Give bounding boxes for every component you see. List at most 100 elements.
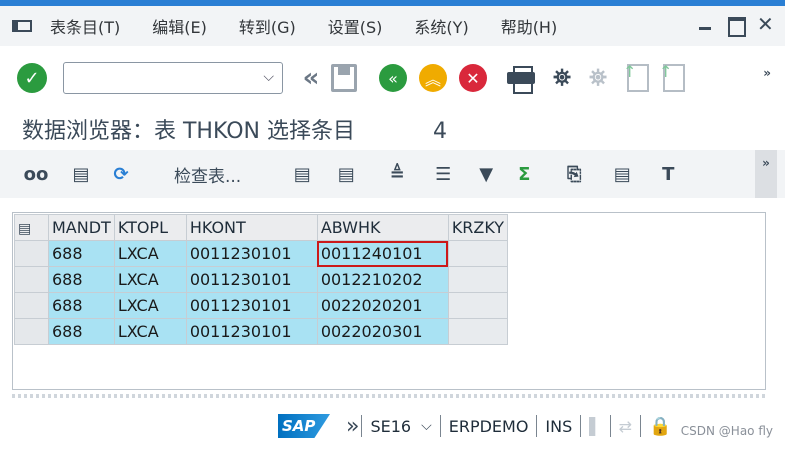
sort-ascending-icon[interactable]: ≜ [383, 159, 411, 189]
row-selector[interactable] [14, 292, 49, 319]
refresh-icon[interactable]: ⟳ [108, 159, 134, 189]
lock-icon[interactable]: 🔒 [649, 416, 671, 437]
cell-krzky[interactable] [447, 292, 509, 319]
column-header-mandt[interactable]: MANDT [48, 214, 115, 241]
glasses-display-icon[interactable]: oo [22, 159, 50, 189]
enter-check-icon[interactable]: ✓ [17, 63, 47, 93]
cell-ktopl[interactable]: LXCA [113, 318, 187, 345]
layout-select-icon: ▤ [18, 221, 32, 237]
abc-analysis-icon[interactable]: T [655, 159, 681, 189]
cell-abwhk[interactable]: 0012210202 [316, 266, 449, 293]
previous-page-icon[interactable] [659, 62, 685, 92]
app-toolbar-more-icon[interactable]: » [755, 150, 777, 198]
back-icon[interactable]: « [379, 64, 407, 92]
first-page-icon[interactable] [623, 62, 649, 92]
double-left-arrow-icon[interactable]: « [293, 63, 323, 93]
status-separator [580, 415, 582, 437]
chevron-down-icon[interactable]: ⌵ [421, 418, 432, 434]
command-field[interactable]: ⌵ [63, 62, 283, 94]
cell-abwhk[interactable]: 0011240101 [316, 240, 449, 267]
sort-descending-icon[interactable]: ☰ [429, 159, 457, 189]
results-grid: ▤ MANDT KTOPL HKONT ABWHK KRZKY 688 LXCA… [14, 214, 509, 345]
insert-mode[interactable]: INS [545, 417, 572, 436]
command-input[interactable] [70, 63, 260, 93]
cell-abwhk[interactable]: 0022020201 [316, 292, 449, 319]
check-table-button[interactable]: 检查表... [174, 162, 241, 187]
select-layout-icon[interactable]: ▤ [333, 159, 359, 189]
resize-divider[interactable] [12, 394, 766, 398]
status-separator [361, 415, 363, 437]
sync-icon: ⇄ [618, 416, 632, 436]
status-separator [536, 415, 538, 437]
maximize-icon[interactable] [727, 16, 746, 37]
select-all-corner[interactable]: ▤ [14, 214, 49, 241]
cell-mandt[interactable]: 688 [48, 240, 115, 267]
table-row[interactable]: 688 LXCA 0011230101 0012210202 [14, 266, 509, 293]
cell-mandt[interactable]: 688 [48, 292, 115, 319]
results-grid-container: ▤ MANDT KTOPL HKONT ABWHK KRZKY 688 LXCA… [12, 212, 766, 390]
table-row[interactable]: 688 LXCA 0011230101 0022020201 [14, 292, 509, 319]
details-icon[interactable]: ▤ [289, 159, 315, 189]
cell-ktopl[interactable]: LXCA [113, 240, 187, 267]
cell-krzky[interactable] [447, 240, 509, 267]
cell-krzky[interactable] [447, 266, 509, 293]
menu-goto[interactable]: 转到(G) [239, 14, 296, 38]
menu-help[interactable]: 帮助(H) [501, 14, 558, 38]
application-toolbar: oo ▤ ⟳ 检查表... ▤ ▤ ≜ ☰ ▼ Σ ⎘ ▤ T » [0, 150, 785, 198]
status-separator [639, 415, 641, 437]
print-icon[interactable] [507, 66, 535, 94]
cell-hkont[interactable]: 0011230101 [185, 266, 318, 293]
status-separator [439, 415, 441, 437]
sum-icon[interactable]: Σ [513, 159, 535, 189]
exit-up-icon[interactable]: ︽ [419, 64, 447, 92]
row-selector[interactable] [14, 240, 49, 267]
minimize-icon[interactable] [697, 16, 713, 32]
filter-icon[interactable]: ▼ [473, 159, 499, 189]
row-selector[interactable] [14, 266, 49, 293]
menu-settings[interactable]: 设置(S) [328, 14, 383, 38]
window-controls: ✕ [697, 14, 774, 37]
cell-hkont[interactable]: 0011230101 [185, 240, 318, 267]
find-binoculars-icon[interactable]: ⛯ [547, 63, 577, 93]
export-icon[interactable]: ▤ [609, 159, 635, 189]
menu-table-entry[interactable]: 表条目(T) [50, 14, 120, 38]
column-header-abwhk[interactable]: ABWHK [316, 214, 449, 241]
cancel-icon[interactable]: ✕ [459, 64, 487, 92]
status-bar: SAP » SE16 ⌵ ERPDEMO INS ▌ ⇄ 🔒 [0, 402, 785, 450]
row-selector[interactable] [14, 318, 49, 345]
cell-ktopl[interactable]: LXCA [113, 266, 187, 293]
cell-abwhk[interactable]: 0022020301 [316, 318, 449, 345]
standard-toolbar: ✓ ⌵ « « ︽ ✕ ⛯ ⛯ [0, 52, 785, 104]
chevron-down-icon[interactable]: ⌵ [263, 69, 274, 85]
column-header-ktopl[interactable]: KTOPL [113, 214, 187, 241]
cell-mandt[interactable]: 688 [48, 266, 115, 293]
cell-mandt[interactable]: 688 [48, 318, 115, 345]
status-expand-icon[interactable]: » [346, 414, 360, 439]
cell-ktopl[interactable]: LXCA [113, 292, 187, 319]
menu-bar: 表条目(T) 编辑(E) 转到(G) 设置(S) 系统(Y) 帮助(H) ✕ [0, 6, 785, 46]
save-icon[interactable] [331, 64, 357, 92]
performance-icon: ▌ [589, 416, 602, 436]
toolbar-more-icon[interactable]: » [763, 66, 771, 80]
page-title: 数据浏览器：表 THKON 选择条目 4 [22, 113, 447, 145]
column-header-krzky[interactable]: KRZKY [447, 214, 509, 241]
grid-header-row: ▤ MANDT KTOPL HKONT ABWHK KRZKY [14, 214, 509, 241]
subtotal-icon[interactable]: ⎘ [561, 159, 587, 189]
column-header-hkont[interactable]: HKONT [185, 214, 318, 241]
system-name: ERPDEMO [448, 416, 529, 436]
transaction-code[interactable]: SE16 [370, 417, 411, 436]
page-title-text: 数据浏览器：表 THKON 选择条目 [22, 119, 355, 144]
find-in-list-icon[interactable]: ▤ [68, 159, 94, 189]
status-separator [609, 415, 611, 437]
close-icon[interactable]: ✕ [757, 14, 774, 34]
cell-hkont[interactable]: 0011230101 [185, 292, 318, 319]
entry-count: 4 [432, 119, 447, 144]
table-row[interactable]: 688 LXCA 0011230101 0011240101 [14, 240, 509, 267]
menu-edit[interactable]: 编辑(E) [152, 14, 207, 38]
table-row[interactable]: 688 LXCA 0011230101 0022020301 [14, 318, 509, 345]
menu-list-icon[interactable] [12, 18, 34, 34]
cell-krzky[interactable] [447, 318, 509, 345]
cell-hkont[interactable]: 0011230101 [185, 318, 318, 345]
find-next-icon[interactable]: ⛯ [583, 63, 613, 93]
menu-system[interactable]: 系统(Y) [414, 14, 468, 38]
